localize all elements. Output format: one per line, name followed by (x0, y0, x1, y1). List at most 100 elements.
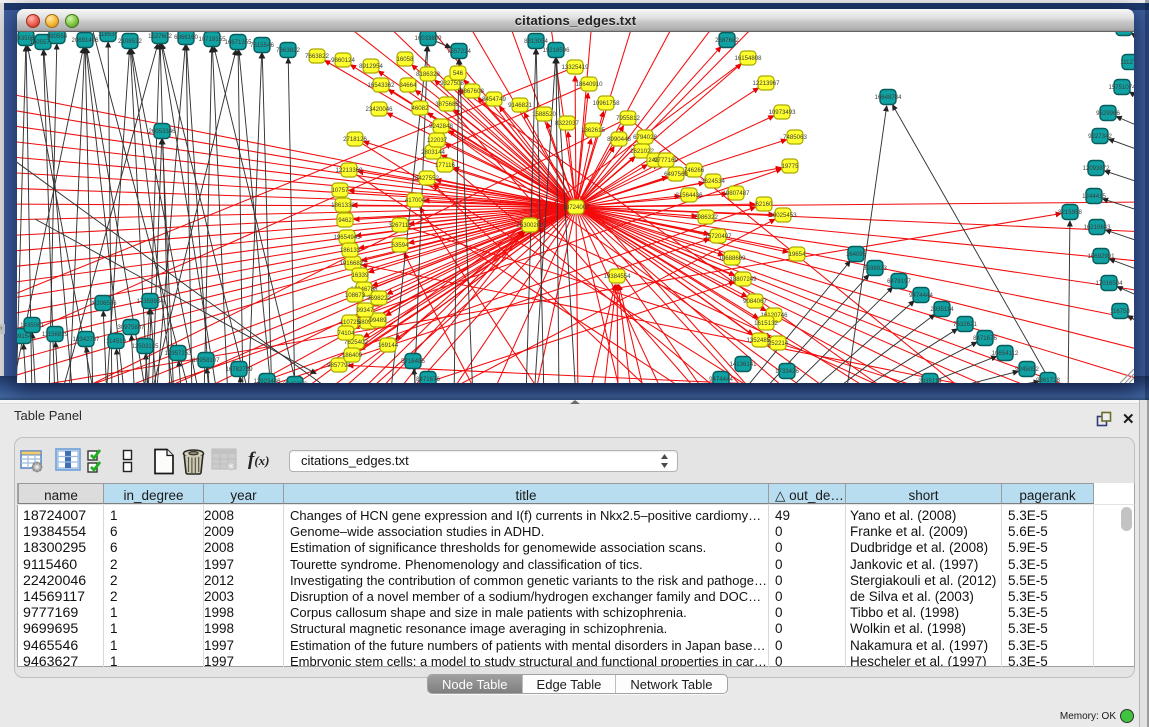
svg-text:10973493: 10973493 (768, 109, 796, 116)
svg-text:16033809: 16033809 (414, 35, 442, 42)
svg-text:546: 546 (453, 70, 464, 77)
svg-text:8990448: 8990448 (607, 136, 631, 143)
svg-text:3698222: 3698222 (367, 295, 391, 302)
svg-text:16154808: 16154808 (734, 55, 762, 62)
svg-text:8912954: 8912954 (359, 63, 383, 70)
svg-text:15720407: 15720407 (704, 233, 732, 240)
svg-text:9227342: 9227342 (1088, 133, 1112, 140)
svg-text:17016504: 17016504 (1095, 280, 1123, 287)
svg-text:9245052: 9245052 (1015, 366, 1039, 373)
svg-text:62160: 62160 (756, 201, 774, 208)
svg-text:2687682: 2687682 (715, 37, 739, 44)
svg-text:9860124: 9860124 (331, 57, 355, 64)
svg-text:20691406: 20691406 (71, 37, 99, 44)
svg-text:25300203: 25300203 (516, 222, 544, 229)
svg-text:18807249: 18807249 (729, 276, 757, 283)
svg-text:18724007: 18724007 (562, 204, 590, 211)
svg-text:19166827: 19166827 (339, 260, 367, 267)
svg-text:8427552: 8427552 (415, 175, 439, 182)
svg-text:8215958: 8215958 (1058, 209, 1082, 216)
svg-text:10757: 10757 (332, 187, 350, 194)
svg-text:19654943: 19654943 (333, 234, 361, 241)
svg-text:10688609: 10688609 (718, 255, 746, 262)
svg-text:12213369: 12213369 (335, 167, 363, 174)
svg-text:19218596: 19218596 (542, 47, 570, 54)
svg-text:13325419: 13325419 (561, 64, 589, 71)
svg-text:9146821: 9146821 (508, 102, 532, 109)
svg-text:12093872: 12093872 (1082, 165, 1110, 172)
svg-text:16543362: 16543362 (367, 82, 395, 89)
svg-text:16339: 16339 (352, 272, 370, 279)
svg-text:7955812: 7955812 (616, 115, 640, 122)
svg-text:12503135: 12503135 (131, 343, 159, 350)
svg-text:74104: 74104 (338, 330, 356, 337)
svg-text:10807487: 10807487 (722, 190, 750, 197)
svg-text:15751074: 15751074 (1108, 84, 1134, 91)
svg-text:6794028: 6794028 (633, 134, 657, 141)
svg-text:118537: 118537 (98, 32, 118, 38)
svg-text:9529966: 9529966 (1096, 110, 1120, 117)
svg-text:7986322: 7986322 (694, 214, 718, 221)
svg-text:6497568: 6497568 (664, 171, 688, 178)
svg-text:9777169: 9777169 (654, 157, 678, 164)
svg-text:8938923: 8938923 (863, 265, 887, 272)
svg-text:1362615: 1362615 (581, 127, 605, 134)
svg-text:9084067: 9084067 (743, 298, 767, 305)
svg-text:1733426: 1733426 (775, 368, 799, 375)
svg-text:23420046: 23420046 (365, 106, 393, 113)
svg-text:9474444: 9474444 (709, 376, 733, 383)
svg-text:177116: 177116 (435, 162, 455, 169)
svg-text:7515546: 7515546 (250, 42, 274, 49)
svg-text:16210643: 16210643 (1083, 224, 1111, 231)
svg-text:99347: 99347 (357, 307, 375, 314)
svg-text:7357224: 7357224 (447, 48, 471, 55)
svg-text:21564436: 21564436 (675, 192, 703, 199)
svg-text:8813054: 8813054 (524, 38, 548, 45)
svg-text:9242848: 9242848 (429, 123, 453, 130)
svg-text:8471676: 8471676 (973, 335, 997, 342)
svg-text:6966160: 6966160 (174, 34, 198, 41)
svg-text:3875685: 3875685 (435, 101, 459, 108)
svg-text:114519: 114519 (106, 338, 126, 345)
svg-text:9474444: 9474444 (909, 292, 933, 299)
svg-text:10025453: 10025453 (769, 212, 797, 219)
svg-text:2935114: 2935114 (918, 378, 942, 383)
svg-text:53594: 53594 (392, 242, 410, 249)
svg-text:11156829: 11156829 (42, 331, 69, 338)
svg-text:122037: 122037 (427, 137, 448, 144)
svg-text:7632621: 7632621 (953, 321, 977, 328)
svg-text:8471676: 8471676 (416, 376, 440, 383)
svg-text:3624534: 3624534 (701, 178, 725, 185)
svg-text:14136141: 14136141 (729, 361, 757, 368)
svg-text:9361728: 9361728 (1036, 377, 1060, 383)
svg-text:5716485: 5716485 (401, 358, 425, 365)
svg-text:2718126: 2718126 (343, 136, 367, 143)
svg-text:12342737: 12342737 (72, 336, 100, 343)
svg-text:20206536: 20206536 (89, 300, 117, 307)
svg-text:9327508: 9327508 (440, 80, 464, 87)
svg-text:2867608: 2867608 (460, 88, 484, 95)
svg-text:1861332: 1861332 (331, 202, 355, 209)
svg-text:17957253: 17957253 (164, 350, 192, 357)
svg-text:8454749: 8454749 (482, 96, 506, 103)
svg-text:7663822: 7663822 (276, 47, 300, 54)
svg-text:164095: 164095 (846, 251, 867, 258)
svg-text:1588520: 1588520 (532, 111, 556, 118)
svg-text:19384554: 19384554 (603, 273, 631, 280)
svg-text:1435061: 1435061 (20, 322, 44, 329)
svg-text:34664: 34664 (400, 82, 418, 89)
svg-text:16648784: 16648784 (874, 94, 902, 101)
svg-text:186409: 186409 (342, 352, 363, 359)
svg-text:17359934: 17359934 (136, 298, 164, 305)
svg-text:111278: 111278 (1120, 59, 1134, 66)
svg-text:39154: 39154 (17, 333, 32, 340)
svg-text:10961758: 10961758 (592, 100, 620, 107)
svg-text:19654: 19654 (789, 251, 807, 258)
svg-text:9462: 9462 (338, 217, 352, 224)
svg-text:10958107: 10958107 (192, 357, 220, 364)
svg-text:2803144: 2803144 (421, 149, 445, 156)
svg-text:2935114: 2935114 (930, 306, 954, 313)
svg-text:16058: 16058 (397, 56, 415, 63)
svg-text:110725: 110725 (340, 319, 360, 326)
svg-text:16671355: 16671355 (224, 39, 252, 46)
